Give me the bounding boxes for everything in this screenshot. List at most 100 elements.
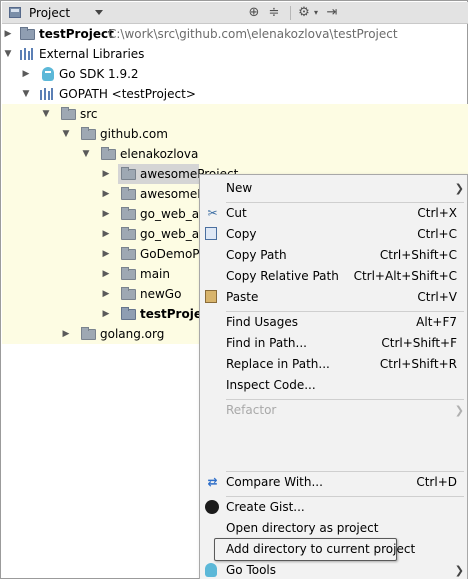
menu-item-label: Open directory as project <box>226 521 379 535</box>
menu-item-replace-in-path[interactable]: Replace in Path... Ctrl+Shift+R <box>200 354 467 375</box>
expand-arrow-icon[interactable]: ▶ <box>3 24 13 44</box>
menu-item-label: Refactor <box>226 403 277 417</box>
menu-item-label: Copy Path <box>226 248 287 262</box>
expand-arrow-icon[interactable]: ▶ <box>21 64 31 84</box>
hide-panel-icon[interactable]: ⇥ <box>324 5 340 21</box>
tree-row-testproject-root[interactable]: ▶ testProject C:\work\src\github.com\ele… <box>2 24 468 44</box>
collapse-arrow-icon[interactable]: ▼ <box>81 144 91 164</box>
menu-item-label: Cut <box>226 206 247 220</box>
menu-item-open-directory-as-project[interactable]: Open directory as project <box>200 518 467 539</box>
expand-arrow-icon[interactable]: ▶ <box>101 204 111 224</box>
folder-icon <box>81 327 96 340</box>
collapse-arrow-icon[interactable]: ▼ <box>21 84 31 104</box>
tree-item-label: elenakozlova <box>120 147 199 161</box>
folder-icon <box>121 287 136 300</box>
go-tools-gopher-icon <box>205 563 217 577</box>
menu-item-label: Compare With... <box>226 475 323 489</box>
module-folder-icon <box>121 307 136 320</box>
tree-item-label: testProject <box>39 27 114 41</box>
expand-arrow-icon[interactable]: ▶ <box>101 184 111 204</box>
menu-item-go-tools[interactable]: Go Tools ❯ <box>200 560 467 579</box>
folder-icon <box>121 187 136 200</box>
expand-arrow-icon[interactable]: ▶ <box>101 284 111 304</box>
menu-item-copy-relative-path[interactable]: Copy Relative Path Ctrl+Alt+Shift+C <box>200 266 467 287</box>
project-view-title[interactable]: Project <box>29 6 70 20</box>
expand-arrow-icon[interactable]: ▶ <box>101 164 111 184</box>
menu-item-label: Go Tools <box>226 563 277 577</box>
menu-item-inspect-code[interactable]: Inspect Code... <box>200 375 467 396</box>
tree-row-github-com[interactable]: ▼ github.com <box>2 124 468 144</box>
libraries-icon <box>20 48 34 60</box>
menu-item-label: Find in Path... <box>226 336 307 350</box>
libraries-icon <box>40 88 54 100</box>
compare-arrows-icon: ⇄ <box>207 475 218 489</box>
submenu-arrow-icon: ❯ <box>454 564 464 577</box>
folder-icon <box>121 267 136 280</box>
menu-item-paste[interactable]: Paste Ctrl+V <box>200 287 467 308</box>
folder-icon <box>101 147 116 160</box>
menu-item-label: Paste <box>226 290 259 304</box>
menu-item-copy[interactable]: Copy Ctrl+C <box>200 224 467 245</box>
menu-item-find-usages[interactable]: Find Usages Alt+F7 <box>200 312 467 333</box>
menu-item-label: New <box>226 181 253 195</box>
tree-row-external-libraries[interactable]: ▼ External Libraries <box>2 44 468 64</box>
collapse-arrow-icon[interactable]: ▼ <box>3 44 13 64</box>
tree-item-label: Go SDK 1.9.2 <box>59 67 139 81</box>
tree-item-label: GOPATH <testProject> <box>59 87 196 101</box>
menu-item-faded <box>200 425 467 446</box>
project-view-icon <box>9 7 21 18</box>
folder-icon <box>121 207 136 220</box>
menu-item-shortcut: Ctrl+Shift+R <box>379 357 457 371</box>
tree-row-src[interactable]: ▼ src <box>2 104 468 124</box>
menu-item-cut[interactable]: ✂ Cut Ctrl+X <box>200 203 467 224</box>
highlight-callout-box <box>214 538 397 561</box>
menu-item-shortcut: Ctrl+D <box>416 475 457 489</box>
folder-icon <box>121 247 136 260</box>
menu-item-create-gist[interactable]: Create Gist... <box>200 497 467 518</box>
submenu-arrow-icon: ❯ <box>454 182 464 195</box>
expand-arrow-icon[interactable]: ▶ <box>101 304 111 324</box>
menu-item-shortcut: Ctrl+X <box>417 206 457 220</box>
tree-item-label: github.com <box>100 127 168 141</box>
menu-item-compare-with[interactable]: ⇄ Compare With... Ctrl+D <box>200 472 467 493</box>
expand-arrow-icon[interactable]: ▶ <box>101 224 111 244</box>
expand-arrow-icon[interactable]: ▶ <box>61 324 71 344</box>
folder-icon <box>61 107 76 120</box>
module-folder-icon <box>20 27 35 40</box>
menu-item-refactor: Refactor ❯ <box>200 400 467 421</box>
menu-item-label: Inspect Code... <box>226 378 316 392</box>
menu-item-find-in-path[interactable]: Find in Path... Ctrl+Shift+F <box>200 333 467 354</box>
expand-arrow-icon[interactable]: ▶ <box>101 244 111 264</box>
menu-item-label: Replace in Path... <box>226 357 330 371</box>
menu-item-label: Create Gist... <box>226 500 305 514</box>
folder-icon <box>121 227 136 240</box>
menu-item-shortcut: Ctrl+V <box>417 290 457 304</box>
tree-row-elenakozlova[interactable]: ▼ elenakozlova <box>2 144 468 164</box>
menu-item-shortcut: Ctrl+Shift+F <box>381 336 457 350</box>
menu-item-label: Copy Relative Path <box>226 269 339 283</box>
tree-item-label: External Libraries <box>39 47 145 61</box>
tree-item-label: newGo <box>140 287 182 301</box>
menu-item-shortcut: Alt+F7 <box>416 315 457 329</box>
menu-item-new[interactable]: New ❯ <box>200 178 467 199</box>
locate-target-icon[interactable]: ⊕ <box>246 5 262 21</box>
expand-arrow-icon[interactable]: ▶ <box>101 264 111 284</box>
collapse-arrow-icon[interactable]: ▼ <box>61 124 71 144</box>
github-icon <box>205 500 219 514</box>
settings-dropdown-icon[interactable]: ▾ <box>308 5 324 21</box>
tree-item-label: src <box>80 107 98 121</box>
copy-icon <box>205 227 217 240</box>
menu-item-copy-path[interactable]: Copy Path Ctrl+Shift+C <box>200 245 467 266</box>
tree-item-path: C:\work\src\github.com\elenakozlova\test… <box>108 27 398 41</box>
tree-row-go-sdk[interactable]: ▶ Go SDK 1.9.2 <box>2 64 468 84</box>
tree-row-gopath[interactable]: ▼ GOPATH <testProject> <box>2 84 468 104</box>
tree-item-label: golang.org <box>100 327 165 341</box>
collapse-arrow-icon[interactable]: ▼ <box>41 104 51 124</box>
collapse-all-icon[interactable]: ≑ <box>266 5 282 21</box>
submenu-arrow-icon: ❯ <box>454 404 464 417</box>
context-menu: New ❯ ✂ Cut Ctrl+X Copy Ctrl+C Copy Path… <box>199 174 468 579</box>
tree-item-label: main <box>140 267 170 281</box>
toolbar-divider <box>290 6 291 20</box>
view-dropdown-arrow-icon[interactable] <box>95 10 103 15</box>
menu-item-shortcut: Ctrl+C <box>417 227 457 241</box>
